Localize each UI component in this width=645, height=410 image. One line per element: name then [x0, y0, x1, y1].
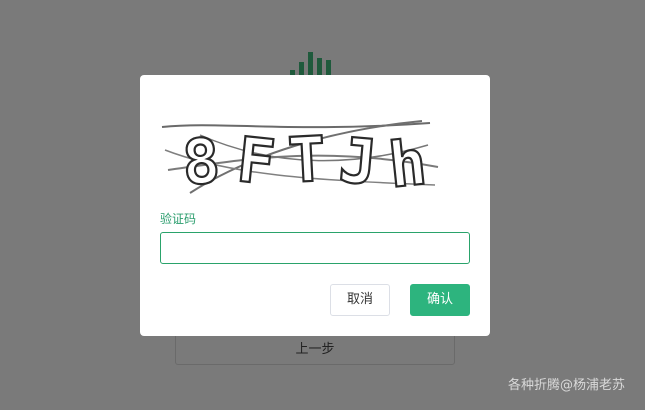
app-logo-bars: [290, 50, 340, 76]
captcha-char: T: [286, 122, 327, 195]
captcha-char: F: [234, 123, 279, 195]
confirm-button[interactable]: 确认: [410, 284, 470, 316]
captcha-code-label: 验证码: [160, 212, 197, 226]
previous-step-button[interactable]: 上一步: [175, 333, 455, 365]
captcha-text: 8 F T J h: [179, 121, 431, 195]
captcha-image[interactable]: 8 F T J h: [160, 115, 440, 195]
captcha-code-input[interactable]: [160, 232, 470, 264]
captcha-char: J: [336, 123, 380, 195]
captcha-dialog: 8 F T J h 验证码 取消 确认: [140, 75, 490, 336]
captcha-char: h: [385, 126, 430, 195]
cancel-button[interactable]: 取消: [330, 284, 390, 316]
captcha-char: 8: [180, 124, 222, 195]
watermark: 各种折腾@杨浦老苏: [507, 378, 625, 393]
